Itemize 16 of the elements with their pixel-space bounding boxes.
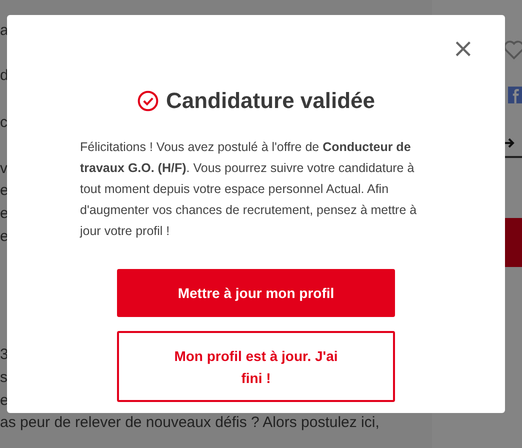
arrow-icon[interactable] [503,137,515,149]
done-button[interactable]: Mon profil est à jour. J'ai fini ! [117,331,395,402]
page-text: c [0,114,8,132]
update-profile-button[interactable]: Mettre à jour mon profil [117,269,395,317]
page-text: e [0,228,8,246]
page-text: v [0,160,8,178]
page-text: e [0,182,8,200]
confirmation-message: Félicitations ! Vous avez postulé à l'offre de Conducteur de travaux G.O. (H/F). Vous pourrez suivre votre candidature à tout moment depuis votre espace personnel Actual. Afin d'augmenter vos chances de recrutement, pensez à mettre à jour votre profil ! [80,139,418,240]
page-text: e [0,392,8,410]
page-text: s [0,369,8,387]
check-circle-icon [136,90,159,112]
heart-icon[interactable] [503,40,522,60]
page-text: as peur de relever de nouveaux défis ? Alors postulez ici, [0,413,380,433]
dialog-title: Candidature validée [166,87,376,115]
page-text: e [0,205,8,223]
close-button[interactable]: × [452,37,474,61]
